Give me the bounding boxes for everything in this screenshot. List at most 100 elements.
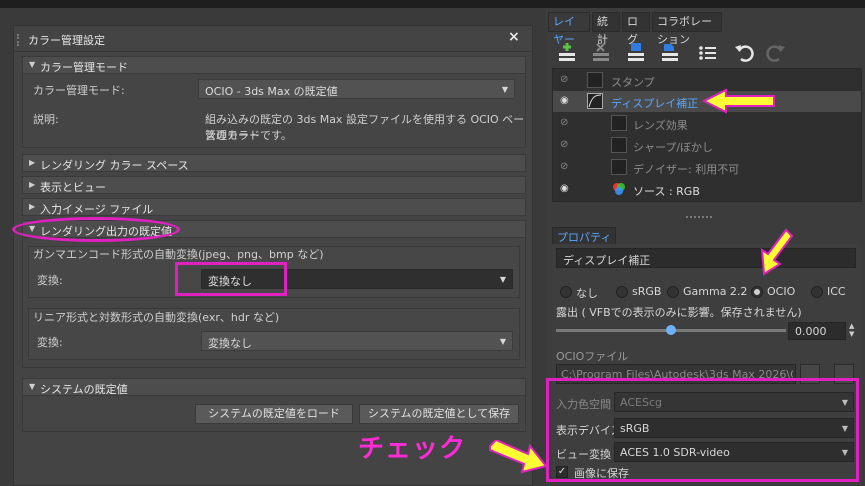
- eye-icon[interactable]: ◉: [560, 95, 569, 106]
- gamma-convert-label: 変換:: [37, 274, 63, 287]
- chevron-down-icon: ▼: [499, 337, 506, 346]
- collapse-arrow-icon: ▼: [29, 60, 36, 69]
- redo-icon[interactable]: [764, 41, 788, 65]
- color-mode-label: カラー管理モード:: [33, 84, 125, 97]
- tab-stats[interactable]: 統計: [592, 12, 620, 46]
- radio-label: なし: [576, 287, 598, 300]
- section-title: レンダリング カラー スペース: [40, 159, 189, 172]
- slider-handle[interactable]: [666, 325, 676, 335]
- dialog-title: カラー管理設定: [28, 34, 105, 47]
- list-item[interactable]: ⊘ シャープ/ぼかし: [553, 135, 861, 156]
- highlight-box-ocio-params: [546, 378, 859, 482]
- radio-srgb[interactable]: [616, 286, 628, 298]
- description-text-line2: 管理モードです。: [205, 129, 292, 142]
- highlight-box-convert: [175, 262, 287, 296]
- rgb-source-icon: [611, 181, 627, 197]
- arrow-to-ocio-radio-icon: [760, 228, 794, 276]
- radio-label: OCIO: [767, 285, 796, 298]
- tab-properties[interactable]: プロパティ: [552, 227, 617, 245]
- expand-arrow-icon: ▶: [29, 158, 36, 167]
- layer-thumbnail: [611, 159, 627, 175]
- list-icon[interactable]: [696, 41, 720, 65]
- spinner-icon[interactable]: ▲ ▼: [849, 322, 854, 338]
- expand-arrow-icon: ▶: [29, 180, 36, 189]
- radio-label: sRGB: [632, 285, 662, 298]
- close-button[interactable]: ×: [508, 29, 520, 45]
- color-mode-dropdown[interactable]: OCIO - 3ds Max の既定値 ▼: [198, 79, 515, 99]
- save-system-defaults-button[interactable]: システムの既定値として保存: [359, 404, 519, 424]
- splitter-handle[interactable]: [686, 216, 712, 219]
- load-system-defaults-button[interactable]: システムの既定値をロード: [195, 404, 353, 424]
- linear-convert-label: 変換:: [37, 336, 63, 349]
- list-item[interactable]: ⊘ レンズ効果: [553, 113, 861, 134]
- arrow-to-display-correction-icon: [702, 88, 775, 114]
- ocio-file-label: OCIOファイル: [556, 350, 629, 363]
- linear-convert-dropdown[interactable]: 変換なし ▼: [201, 331, 513, 351]
- layer-name: ディスプレイ補正: [611, 97, 699, 110]
- list-item[interactable]: ◉ ソース : RGB: [553, 179, 861, 200]
- color-management-dialog: カラー管理設定 × ▼ カラー管理モード カラー管理モード: OCIO - 3d…: [13, 25, 533, 486]
- layer-thumbnail: [587, 72, 603, 88]
- hidden-eye-icon[interactable]: ⊘: [560, 139, 568, 150]
- dropdown-value: 変換なし: [208, 337, 252, 350]
- eye-icon[interactable]: ◉: [560, 183, 569, 194]
- section-title: カラー管理モード: [40, 61, 128, 74]
- section-render-output-body: ガンマエンコード形式の自動変換(jpeg、png、bmp など) 変換: 変換な…: [22, 238, 526, 368]
- section-title: 表示とビュー: [40, 181, 106, 194]
- radio-none[interactable]: [560, 286, 572, 298]
- linear-group: リニア形式と対数形式の自動変換(exr、hdr など) 変換: 変換なし ▼: [28, 308, 520, 360]
- field-value: 0.000: [795, 325, 827, 338]
- drag-grip-icon[interactable]: [17, 34, 21, 46]
- hidden-eye-icon[interactable]: ⊘: [560, 117, 568, 128]
- layer-name-field[interactable]: ディスプレイ補正: [556, 248, 856, 268]
- radio-label: Gamma 2.2: [683, 285, 748, 298]
- linear-group-title: リニア形式と対数形式の自動変換(exr、hdr など): [33, 311, 280, 324]
- highlight-ellipse: [12, 217, 180, 242]
- tab-collaboration[interactable]: コラボレーション: [652, 12, 722, 46]
- section-input-image-header[interactable]: ▶ 入力イメージ ファイル: [22, 198, 526, 216]
- section-rendering-color-space-header[interactable]: ▶ レンダリング カラー スペース: [22, 154, 526, 172]
- radio-gamma[interactable]: [667, 286, 679, 298]
- section-color-mode-header[interactable]: ▼ カラー管理モード: [22, 56, 526, 74]
- collapse-arrow-icon: ▼: [29, 382, 36, 391]
- description-label: 説明:: [33, 113, 59, 126]
- tab-layers[interactable]: レイヤー: [548, 12, 590, 46]
- curve-thumbnail-icon: [587, 93, 603, 109]
- exposure-value-field[interactable]: 0.000: [788, 322, 846, 340]
- layer-thumbnail: [611, 115, 627, 131]
- section-system-defaults-body: システムの既定値をロード システムの既定値として保存: [22, 396, 526, 432]
- tab-log[interactable]: ログ: [622, 12, 650, 46]
- undo-icon[interactable]: [732, 41, 756, 65]
- layer-name: スタンプ: [611, 76, 655, 89]
- gamma-group-title: ガンマエンコード形式の自動変換(jpeg、png、bmp など): [33, 248, 324, 261]
- radio-icc[interactable]: [811, 286, 823, 298]
- section-title: システムの既定値: [40, 383, 128, 396]
- section-system-defaults-header[interactable]: ▼ システムの既定値: [22, 378, 526, 396]
- expand-arrow-icon: ▶: [29, 202, 36, 211]
- layer-name: レンズ効果: [633, 119, 688, 132]
- layer-thumbnail: [611, 137, 627, 153]
- radio-label: ICC: [827, 285, 846, 298]
- hidden-eye-icon[interactable]: ⊘: [560, 161, 568, 172]
- field-value: ディスプレイ補正: [563, 254, 651, 267]
- save-layer-icon[interactable]: [624, 41, 648, 65]
- remove-layer-icon[interactable]: [590, 41, 614, 65]
- exposure-slider[interactable]: [556, 325, 786, 335]
- layer-name: ソース : RGB: [633, 185, 700, 198]
- section-color-mode-body: カラー管理モード: OCIO - 3ds Max の既定値 ▼ 説明: 組み込み…: [22, 74, 526, 148]
- section-display-view-header[interactable]: ▶ 表示とビュー: [22, 176, 526, 194]
- layer-name: デノイザー: 利用不可: [633, 163, 740, 176]
- dialog-header[interactable]: カラー管理設定 ×: [14, 26, 532, 52]
- dropdown-value: OCIO - 3ds Max の既定値: [205, 85, 338, 98]
- layer-name: シャープ/ぼかし: [633, 141, 714, 154]
- radio-ocio[interactable]: [751, 286, 763, 298]
- hidden-eye-icon[interactable]: ⊘: [560, 74, 568, 85]
- exposure-label: 露出 ( VFBでの表示のみに影響。保存されません): [556, 306, 802, 319]
- list-item[interactable]: ⊘ デノイザー: 利用不可: [553, 157, 861, 178]
- chevron-down-icon: ▼: [501, 85, 508, 94]
- add-layer-icon[interactable]: [556, 41, 580, 65]
- chevron-down-icon: ▼: [499, 275, 506, 284]
- top-bar: [0, 0, 865, 8]
- arrow-to-save-image-icon: [489, 440, 548, 474]
- load-layer-icon[interactable]: [658, 41, 682, 65]
